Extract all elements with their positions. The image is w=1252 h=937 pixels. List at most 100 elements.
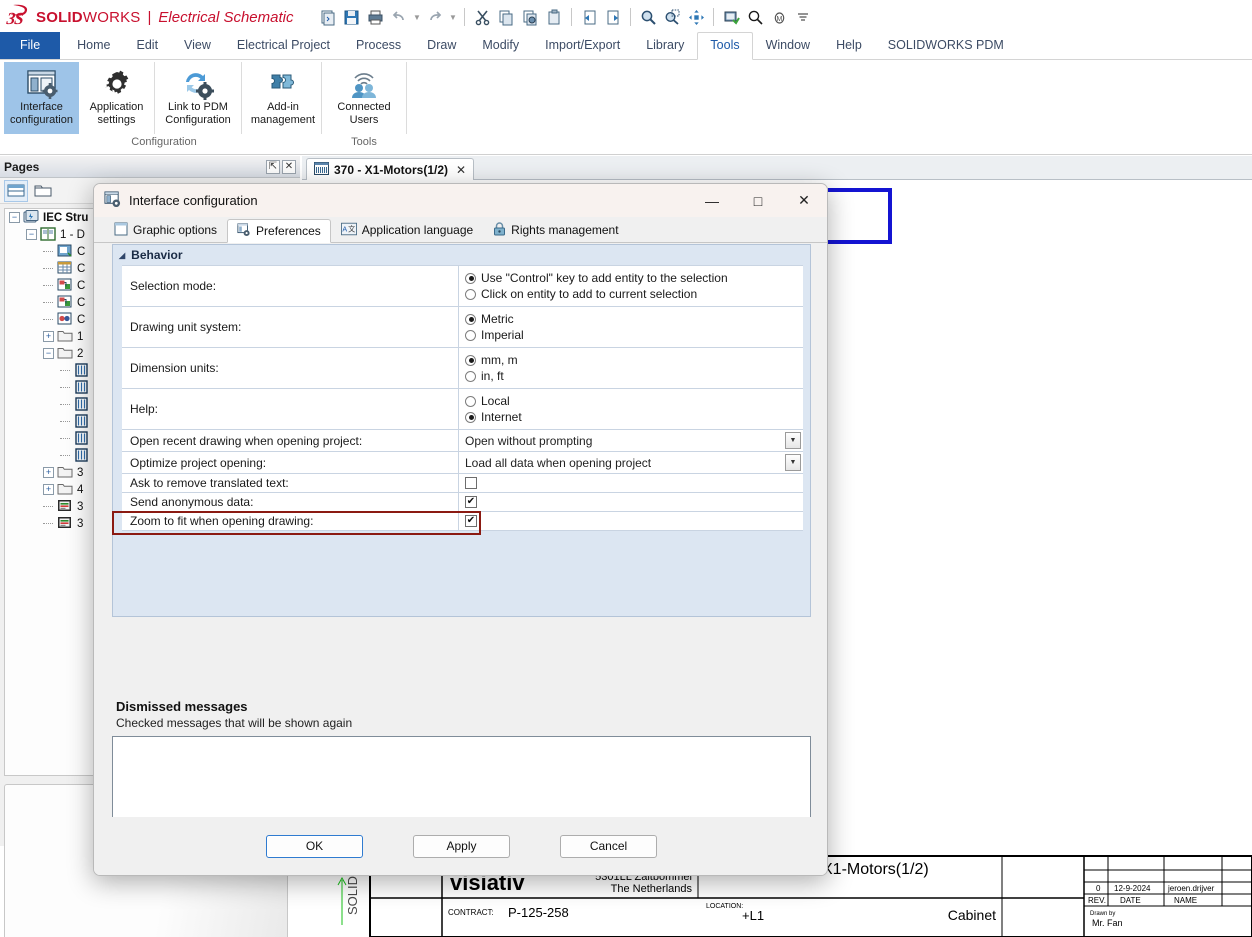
tab-graphic-options[interactable]: Graphic options bbox=[104, 218, 227, 242]
radio-selected-icon[interactable] bbox=[465, 313, 476, 325]
update-data-icon[interactable] bbox=[720, 5, 742, 29]
maximize-button[interactable]: □ bbox=[735, 184, 781, 217]
radio-option-dimension-units-0[interactable]: mm, m bbox=[465, 352, 803, 368]
tree-expander-minus[interactable]: − bbox=[9, 212, 20, 223]
radio-option-drawing-unit-system-0[interactable]: Metric bbox=[465, 311, 803, 327]
cut-icon[interactable] bbox=[471, 5, 493, 29]
save-icon[interactable] bbox=[340, 5, 362, 29]
checkbox-checked-icon[interactable] bbox=[465, 496, 477, 508]
row-label: Optimize project opening: bbox=[122, 452, 459, 473]
previous-page-icon[interactable] bbox=[578, 5, 600, 29]
menu-item-help[interactable]: Help bbox=[823, 33, 875, 59]
undo-icon[interactable] bbox=[388, 5, 410, 29]
undo-dropdown-icon[interactable]: ▼ bbox=[412, 13, 422, 22]
checkbox-unchecked-icon[interactable] bbox=[465, 477, 477, 489]
tab-preferences[interactable]: Preferences bbox=[227, 219, 331, 243]
menu-item-tools[interactable]: Tools bbox=[697, 32, 753, 60]
tree-connector bbox=[60, 447, 74, 464]
svg-text:LOCATION:: LOCATION: bbox=[706, 903, 743, 910]
document-tab[interactable]: 370 - X1-Motors(1/2) ✕ bbox=[306, 158, 475, 180]
behavior-section-header[interactable]: ◢ Behavior bbox=[113, 245, 810, 265]
row-value: Open without prompting ▼ bbox=[459, 430, 803, 451]
menu-item-edit[interactable]: Edit bbox=[124, 33, 172, 59]
ribbon-button-application-settings[interactable]: Application settings bbox=[79, 62, 154, 134]
menu-item-solidworks-pdm[interactable]: SOLIDWORKS PDM bbox=[875, 33, 1017, 59]
radio-selected-icon[interactable] bbox=[465, 354, 476, 366]
radio-option-drawing-unit-system-1[interactable]: Imperial bbox=[465, 327, 803, 343]
new-book-icon[interactable] bbox=[4, 179, 28, 202]
radio-unselected-icon[interactable] bbox=[465, 288, 476, 300]
print-icon[interactable] bbox=[364, 5, 386, 29]
radio-selected-icon[interactable] bbox=[465, 272, 476, 284]
pan-icon[interactable] bbox=[685, 5, 707, 29]
tree-expander-plus[interactable]: + bbox=[43, 331, 54, 342]
checkbox-checked-icon[interactable] bbox=[465, 515, 477, 527]
tab-rights-management[interactable]: Rights management bbox=[483, 218, 628, 242]
tree-expander-plus[interactable]: + bbox=[43, 484, 54, 495]
radio-option-selection-mode-0[interactable]: Use "Control" key to add entity to the s… bbox=[465, 270, 803, 286]
radio-option-help-0[interactable]: Local bbox=[465, 393, 803, 409]
menu-item-window[interactable]: Window bbox=[753, 33, 823, 59]
tree-expander-minus[interactable]: − bbox=[26, 229, 37, 240]
zoom-window-icon[interactable] bbox=[661, 5, 683, 29]
close-button[interactable]: ✕ bbox=[781, 184, 827, 217]
interface-configuration-dialog: Interface configuration — □ ✕ Graphic op… bbox=[93, 183, 828, 876]
paste-icon[interactable] bbox=[543, 5, 565, 29]
redo-icon[interactable] bbox=[424, 5, 446, 29]
radio-unselected-icon[interactable] bbox=[465, 395, 476, 407]
menu-item-file[interactable]: File bbox=[0, 32, 61, 59]
zoom-in-icon[interactable] bbox=[637, 5, 659, 29]
ribbon-button-interface-configuration[interactable]: Interface configuration bbox=[4, 62, 79, 134]
menu-item-electrical-project[interactable]: Electrical Project bbox=[224, 33, 343, 59]
tree-item-label: 3 bbox=[77, 500, 84, 513]
chevron-down-icon[interactable]: ▼ bbox=[785, 432, 801, 449]
next-page-icon[interactable] bbox=[602, 5, 624, 29]
search-icon[interactable] bbox=[744, 5, 766, 29]
tree-expander-minus[interactable]: − bbox=[43, 348, 54, 359]
redo-dropdown-icon[interactable]: ▼ bbox=[448, 13, 458, 22]
copy-special-icon[interactable] bbox=[519, 5, 541, 29]
menu-item-process[interactable]: Process bbox=[343, 33, 414, 59]
radio-option-help-1[interactable]: Internet bbox=[465, 409, 803, 425]
minimize-button[interactable]: — bbox=[689, 184, 735, 217]
chevron-down-icon[interactable]: ▼ bbox=[785, 454, 801, 471]
menu-item-view[interactable]: View bbox=[171, 33, 224, 59]
mark-icon[interactable]: M bbox=[768, 5, 790, 29]
collapse-triangle-icon[interactable]: ◢ bbox=[119, 251, 125, 260]
scheme-page-icon bbox=[74, 363, 91, 378]
radio-option-dimension-units-1[interactable]: in, ft bbox=[465, 368, 803, 384]
ok-button[interactable]: OK bbox=[266, 834, 363, 858]
menu-item-modify[interactable]: Modify bbox=[469, 33, 532, 59]
ribbon-button-label-line2: management bbox=[250, 114, 316, 126]
radio-option-selection-mode-1[interactable]: Click on entity to add to current select… bbox=[465, 286, 803, 302]
pin-panel-button[interactable]: ⇱ bbox=[266, 159, 280, 174]
menu-item-home[interactable]: Home bbox=[64, 33, 123, 59]
tree-expander-plus[interactable]: + bbox=[43, 467, 54, 478]
dialog-title-bar[interactable]: Interface configuration — □ ✕ bbox=[94, 184, 827, 217]
close-panel-button[interactable]: ✕ bbox=[282, 159, 296, 174]
new-document-icon[interactable] bbox=[316, 5, 338, 29]
combobox-open-recent-drawing[interactable]: Open without prompting ▼ bbox=[465, 432, 803, 449]
combobox-optimize-project-opening[interactable]: Load all data when opening project ▼ bbox=[465, 454, 803, 471]
ribbon-button-add-in-management[interactable]: Add-in management bbox=[242, 62, 324, 134]
radio-unselected-icon[interactable] bbox=[465, 329, 476, 341]
tab-application-language[interactable]: A文 Application language bbox=[331, 218, 483, 242]
ribbon-button-connected-users[interactable]: Connected Users bbox=[322, 62, 406, 134]
ribbon-button-link-to-pdm-configuration[interactable]: Link to PDM Configuration bbox=[155, 62, 241, 134]
dialog-title: Interface configuration bbox=[129, 193, 258, 208]
menu-item-import-export[interactable]: Import/Export bbox=[532, 33, 633, 59]
customize-dropdown-icon[interactable] bbox=[792, 5, 814, 29]
new-folder-icon[interactable] bbox=[31, 180, 55, 202]
copy-icon[interactable] bbox=[495, 5, 517, 29]
apply-button[interactable]: Apply bbox=[413, 834, 510, 858]
tab-label: Application language bbox=[361, 223, 474, 237]
menu-item-library[interactable]: Library bbox=[633, 33, 697, 59]
radio-selected-icon[interactable] bbox=[465, 411, 476, 423]
menu-item-draw[interactable]: Draw bbox=[414, 33, 469, 59]
svg-text:M: M bbox=[776, 16, 782, 23]
svg-text:P-125-258: P-125-258 bbox=[508, 905, 569, 920]
dassault-systemes-logo-icon: 3S bbox=[5, 3, 34, 31]
radio-unselected-icon[interactable] bbox=[465, 370, 476, 382]
cancel-button[interactable]: Cancel bbox=[560, 834, 657, 858]
close-icon[interactable]: ✕ bbox=[453, 163, 466, 177]
